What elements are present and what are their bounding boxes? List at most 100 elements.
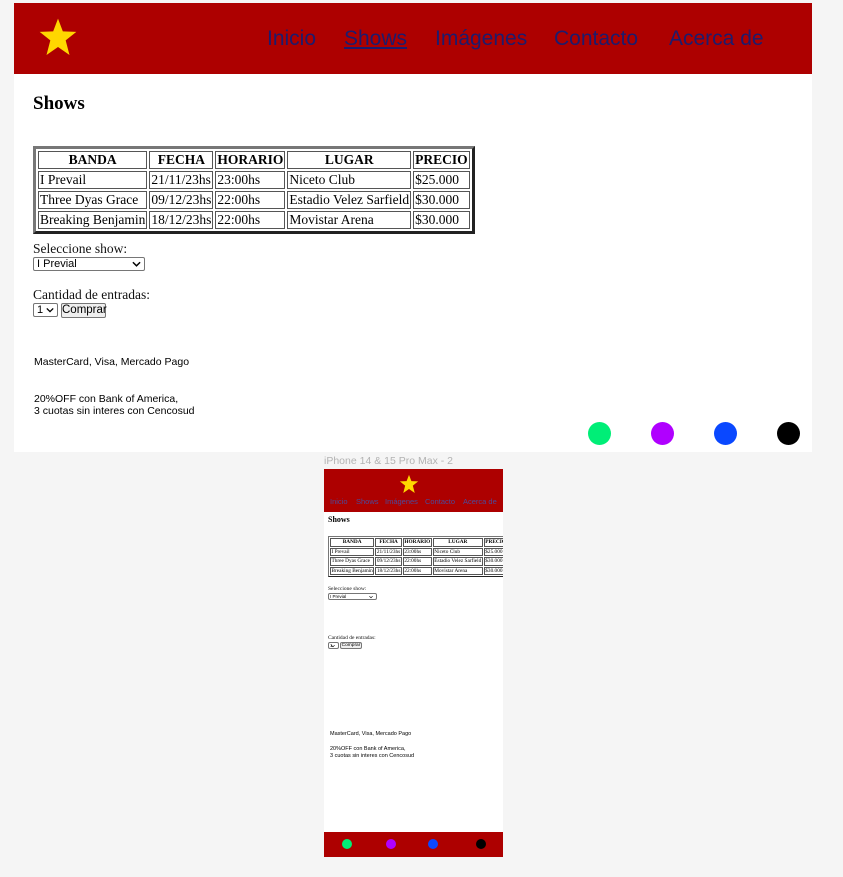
table-row: I Prevail 21/11/23hs 23:00hs Niceto Club… bbox=[38, 171, 470, 189]
desktop-frame: Inicio Shows Imágenes Contacto Acerca de… bbox=[14, 3, 812, 452]
mobile-footer-bar bbox=[324, 832, 503, 857]
mobile-shows-table: BANDA FECHA HORARIO LUGAR PRECIO I Preva… bbox=[328, 536, 503, 577]
green-dot-icon[interactable] bbox=[588, 422, 611, 445]
blue-dot-icon[interactable] bbox=[714, 422, 737, 445]
table-cell: 23:00hs bbox=[402, 547, 432, 556]
blue-dot-icon[interactable] bbox=[428, 839, 438, 849]
table-cell: Niceto Club bbox=[287, 171, 412, 189]
quantity-select-label: Cantidad de entradas: bbox=[33, 287, 150, 302]
nav-link-inicio[interactable]: Inicio bbox=[267, 27, 316, 51]
mobile-page-title: Shows bbox=[328, 515, 350, 524]
column-header-fecha: FECHA bbox=[149, 151, 214, 169]
column-header-lugar: LUGAR bbox=[432, 538, 483, 547]
chevron-down-icon bbox=[331, 644, 335, 647]
frame-label: iPhone 14 & 15 Pro Max - 2 bbox=[324, 455, 453, 467]
column-header-lugar: LUGAR bbox=[287, 151, 412, 169]
show-select-label: Seleccione show: bbox=[33, 241, 128, 256]
table-cell: $30.000 bbox=[413, 211, 470, 229]
quantity-select-value: 1 bbox=[37, 304, 44, 316]
nav-link-acerca-de[interactable]: Acerca de bbox=[669, 27, 764, 51]
column-header-precio: PRECIO bbox=[413, 151, 470, 169]
mobile-frame: Inicio Shows Imágenes Contacto Acerca de… bbox=[324, 469, 503, 857]
mobile-payment-methods-text: MasterCard, Visa, Mercado Pago bbox=[330, 731, 412, 737]
table-cell: Three Dyas Grace bbox=[38, 191, 148, 209]
table-cell: Breaking Benjamin bbox=[330, 566, 375, 575]
column-header-banda: BANDA bbox=[38, 151, 148, 169]
table-cell: Movistar Arena bbox=[432, 566, 483, 575]
table-cell: Estadio Velez Sarfield bbox=[287, 191, 412, 209]
mobile-promo-text-line-1: 20%OFF con Bank of America, bbox=[330, 746, 406, 752]
show-select[interactable]: I Previal bbox=[33, 257, 145, 271]
table-cell: $25.000 bbox=[483, 547, 503, 556]
show-select-value: I Previal bbox=[37, 258, 77, 270]
table-cell: 22:00hs bbox=[215, 191, 286, 209]
purple-dot-icon[interactable] bbox=[386, 839, 396, 849]
table-cell: 09/12/23hs bbox=[149, 191, 214, 209]
buy-button[interactable]: Comprar bbox=[61, 303, 107, 318]
table-cell: 09/12/23hs bbox=[375, 557, 402, 566]
star-icon[interactable] bbox=[38, 17, 78, 57]
page-title: Shows bbox=[33, 93, 85, 114]
table-cell: I Prevail bbox=[330, 547, 375, 556]
mobile-show-select[interactable]: I Previal bbox=[328, 593, 377, 600]
promo-text-line-2: 3 cuotas sin interes con Cencosud bbox=[34, 405, 195, 417]
nav-link-contacto[interactable]: Contacto bbox=[554, 27, 638, 51]
mobile-promo-text-line-2: 3 cuotas sin interes con Cencosud bbox=[330, 753, 415, 759]
table-cell: 21/11/23hs bbox=[375, 547, 402, 556]
mobile-nav-link-shows[interactable]: Shows bbox=[356, 497, 379, 506]
black-dot-icon[interactable] bbox=[777, 422, 800, 445]
table-cell: $25.000 bbox=[413, 171, 470, 189]
mobile-quantity-select[interactable]: 1 bbox=[328, 642, 339, 649]
table-cell: $30.000 bbox=[483, 566, 503, 575]
promo-text-line-1: 20%OFF con Bank of America, bbox=[34, 393, 179, 405]
mobile-top-navbar: Inicio Shows Imágenes Contacto Acerca de bbox=[324, 469, 503, 512]
table-cell: $30.000 bbox=[483, 557, 503, 566]
chevron-down-icon bbox=[132, 261, 141, 267]
column-header-horario: HORARIO bbox=[402, 538, 432, 547]
top-navbar: Inicio Shows Imágenes Contacto Acerca de bbox=[14, 3, 812, 74]
table-cell: 22:00hs bbox=[402, 566, 432, 575]
table-row: Breaking Benjamin 18/12/23hs 22:00hs Mov… bbox=[330, 566, 503, 575]
table-row: Three Dyas Grace 09/12/23hs 22:00hs Esta… bbox=[38, 191, 470, 209]
table-cell: I Prevail bbox=[38, 171, 148, 189]
nav-link-shows[interactable]: Shows bbox=[344, 27, 407, 51]
purple-dot-icon[interactable] bbox=[651, 422, 674, 445]
chevron-down-icon bbox=[46, 307, 54, 313]
table-cell: Movistar Arena bbox=[287, 211, 412, 229]
mobile-nav-link-inicio[interactable]: Inicio bbox=[330, 497, 348, 506]
table-cell: 21/11/23hs bbox=[149, 171, 214, 189]
nav-link-imagenes[interactable]: Imágenes bbox=[435, 27, 527, 51]
column-header-banda: BANDA bbox=[330, 538, 375, 547]
mobile-nav-link-imagenes[interactable]: Imágenes bbox=[385, 497, 418, 506]
mobile-show-select-label: Seleccione show: bbox=[328, 586, 367, 592]
column-header-fecha: FECHA bbox=[375, 538, 402, 547]
mobile-buy-button[interactable]: Comprar bbox=[340, 642, 362, 649]
table-cell: Three Dyas Grace bbox=[330, 557, 375, 566]
shows-table: BANDA FECHA HORARIO LUGAR PRECIO I Preva… bbox=[33, 146, 475, 234]
table-cell: 23:00hs bbox=[215, 171, 286, 189]
mobile-quantity-select-label: Cantidad de entradas: bbox=[328, 635, 376, 641]
table-header-row: BANDA FECHA HORARIO LUGAR PRECIO bbox=[330, 538, 503, 547]
table-cell: 22:00hs bbox=[215, 211, 286, 229]
quantity-select[interactable]: 1 bbox=[33, 303, 58, 317]
star-icon[interactable] bbox=[399, 474, 419, 494]
green-dot-icon[interactable] bbox=[342, 839, 352, 849]
table-cell: Niceto Club bbox=[432, 547, 483, 556]
table-cell: Breaking Benjamin bbox=[38, 211, 148, 229]
show-select-value: I Previal bbox=[330, 594, 347, 599]
table-header-row: BANDA FECHA HORARIO LUGAR PRECIO bbox=[38, 151, 470, 169]
table-cell: 18/12/23hs bbox=[149, 211, 214, 229]
payment-methods-text: MasterCard, Visa, Mercado Pago bbox=[34, 356, 190, 368]
table-row: Breaking Benjamin 18/12/23hs 22:00hs Mov… bbox=[38, 211, 470, 229]
table-cell: 18/12/23hs bbox=[375, 566, 402, 575]
column-header-precio: PRECIO bbox=[483, 538, 503, 547]
table-cell: $30.000 bbox=[413, 191, 470, 209]
table-cell: Estadio Velez Sarfield bbox=[432, 557, 483, 566]
table-row: Three Dyas Grace 09/12/23hs 22:00hs Esta… bbox=[330, 557, 503, 566]
column-header-horario: HORARIO bbox=[215, 151, 286, 169]
table-cell: 22:00hs bbox=[402, 557, 432, 566]
chevron-down-icon bbox=[369, 595, 373, 598]
mobile-nav-link-contacto[interactable]: Contacto bbox=[425, 497, 455, 506]
black-dot-icon[interactable] bbox=[476, 839, 486, 849]
mobile-nav-link-acerca-de[interactable]: Acerca de bbox=[463, 497, 497, 506]
